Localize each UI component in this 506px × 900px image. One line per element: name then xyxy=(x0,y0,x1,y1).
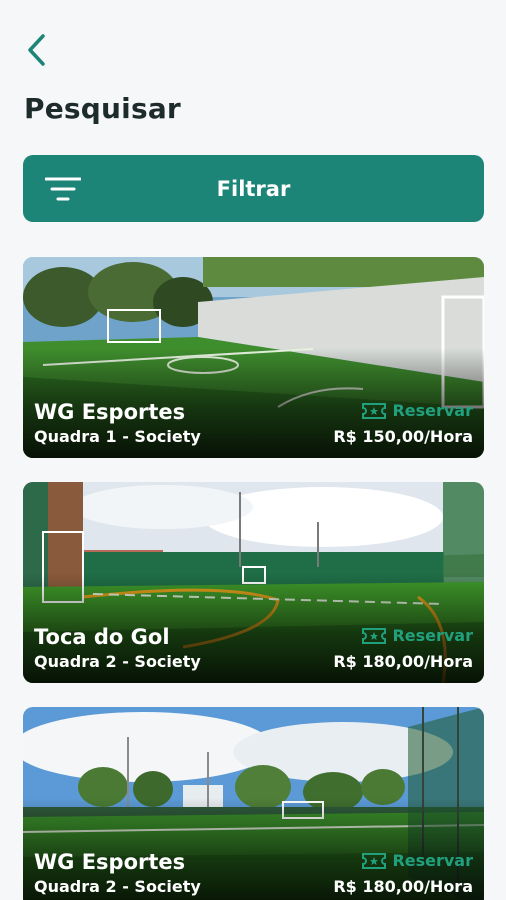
court-card[interactable]: WG Esportes Quadra 2 - Society Reservar … xyxy=(23,707,484,900)
reserve-label: Reservar xyxy=(392,851,473,870)
reserve-label: Reservar xyxy=(392,626,473,645)
court-card[interactable]: Toca do Gol Quadra 2 - Society Reservar … xyxy=(23,482,484,683)
court-card[interactable]: WG Esportes Quadra 1 - Society Reservar … xyxy=(23,257,484,458)
venue-name: Toca do Gol xyxy=(34,625,170,649)
page-title: Pesquisar xyxy=(24,92,181,125)
reserve-button[interactable]: Reservar xyxy=(362,401,473,420)
price-label: R$ 180,00/Hora xyxy=(333,652,473,671)
reserve-label: Reservar xyxy=(392,401,473,420)
court-name: Quadra 1 - Society xyxy=(34,427,201,446)
price-label: R$ 150,00/Hora xyxy=(333,427,473,446)
venue-name: WG Esportes xyxy=(34,850,186,874)
court-name: Quadra 2 - Society xyxy=(34,877,201,896)
court-name: Quadra 2 - Society xyxy=(34,652,201,671)
ticket-icon xyxy=(362,402,387,419)
filter-icon xyxy=(45,177,81,201)
price-label: R$ 180,00/Hora xyxy=(333,877,473,896)
chevron-left-icon xyxy=(28,34,45,66)
ticket-icon xyxy=(362,627,387,644)
filter-button[interactable]: Filtrar xyxy=(23,155,484,222)
reserve-button[interactable]: Reservar xyxy=(362,626,473,645)
ticket-icon xyxy=(362,852,387,869)
filter-label: Filtrar xyxy=(216,176,291,201)
venue-name: WG Esportes xyxy=(34,400,186,424)
reserve-button[interactable]: Reservar xyxy=(362,851,473,870)
back-button[interactable] xyxy=(18,30,54,70)
